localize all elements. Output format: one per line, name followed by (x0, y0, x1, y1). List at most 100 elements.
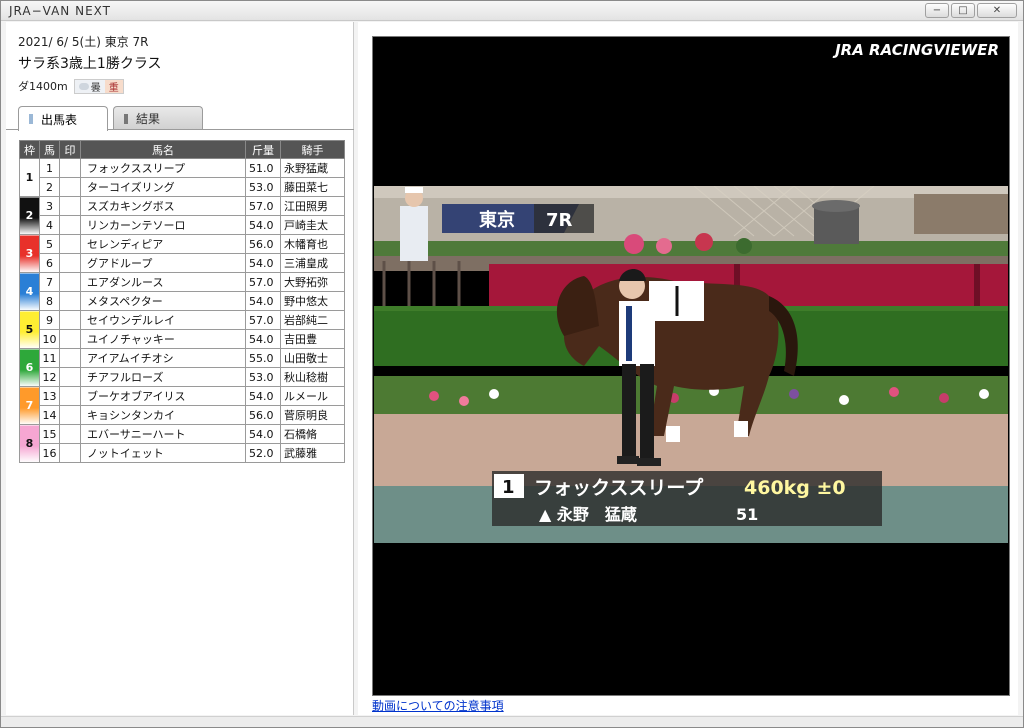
overlay-race: 7R (546, 210, 573, 231)
weight-cell: 55.0 (245, 348, 281, 368)
header-waku[interactable]: 枠 (19, 140, 40, 159)
horse-number-cell: 16 (39, 443, 60, 463)
horse-number-cell: 4 (39, 215, 60, 235)
weight-cell: 57.0 (245, 196, 281, 216)
horse-name-cell: グアドループ (80, 253, 246, 273)
mark-cell[interactable] (59, 329, 81, 349)
table-row[interactable]: 4 7 エアダンルース 57.0 大野拓弥 (19, 272, 345, 311)
jockey-cell: 武藤雅 (280, 443, 345, 463)
race-name: サラ系3歳上1勝クラス (18, 56, 162, 72)
title-bar[interactable]: JRA−VAN NEXT − □ ✕ (1, 1, 1023, 21)
table-row[interactable]: 12 チアフルローズ 53.0 秋山稔樹 (20, 367, 345, 387)
mark-cell[interactable] (59, 386, 81, 406)
table-row[interactable]: 4 リンカーンテソーロ 54.0 戸崎圭太 (20, 215, 345, 235)
header-weight[interactable]: 斤量 (245, 140, 281, 159)
caption-jockey: ▲ 永野 猛蔵 (539, 505, 637, 524)
jockey-cell: 山田敬士 (280, 348, 345, 368)
table-row[interactable]: 6 11 アイアムイチオシ 55.0 山田敬士 (19, 348, 345, 387)
table-header-row: 枠 馬 印 馬名 斤量 騎手 (19, 140, 345, 159)
horse-number-cell: 6 (39, 253, 60, 273)
weight-cell: 51.0 (245, 158, 281, 178)
table-row[interactable]: 5 9 セイウンデルレイ 57.0 岩部純二 (19, 310, 345, 349)
horse-number-cell: 14 (39, 405, 60, 425)
app-window: JRA−VAN NEXT − □ ✕ 2021/ 6/ 5(土) 東京 7R サ… (0, 0, 1024, 728)
weight-cell: 52.0 (245, 443, 281, 463)
racing-viewer-logo: JRA RACINGVIEWER (835, 41, 999, 59)
header-horse-name[interactable]: 馬名 (80, 140, 246, 159)
track-condition-badge: 重 (104, 79, 123, 94)
minimize-button[interactable]: − (925, 3, 949, 18)
jockey-cell: 菅原明良 (280, 405, 345, 425)
weight-cell: 54.0 (245, 215, 281, 235)
table-row[interactable]: 10 ユイノチャッキー 54.0 吉田豊 (20, 329, 345, 349)
mark-cell[interactable] (59, 234, 81, 254)
caption-horse-name: フォックススリープ (534, 476, 704, 499)
mark-cell[interactable] (59, 405, 81, 425)
table-row[interactable]: 7 13 ブーケオブアイリス 54.0 ルメール (19, 386, 345, 425)
table-row[interactable]: 3 5 セレンディピア 56.0 木幡育也 (19, 234, 345, 273)
mark-cell[interactable] (59, 310, 81, 330)
overlay-venue: 東京 (479, 209, 515, 231)
horse-name-cell: スズカキングボス (80, 196, 246, 216)
mark-cell[interactable] (59, 196, 81, 216)
race-distance: ダ1400m (18, 80, 68, 93)
horse-name-cell: エアダンルース (80, 272, 246, 292)
table-row[interactable]: 16 ノットイェット 52.0 武藤雅 (20, 443, 345, 463)
table-row[interactable]: 1 1 フォックススリープ 51.0 永野猛蔵 (19, 158, 345, 197)
tab-results[interactable]: 結果 (113, 106, 203, 130)
cloud-icon (78, 82, 89, 90)
mark-cell[interactable] (59, 158, 81, 178)
mark-cell[interactable] (59, 272, 81, 292)
mark-cell[interactable] (59, 424, 81, 444)
horse-number-cell: 9 (39, 310, 60, 330)
horse-number-cell: 12 (39, 367, 60, 387)
jockey-cell: 野中悠太 (280, 291, 345, 311)
horse-number-cell: 13 (39, 386, 60, 406)
waku-cell: 7 (19, 386, 40, 425)
header-uma[interactable]: 馬 (39, 140, 60, 159)
race-conditions: ダ1400m 曇 重 (18, 78, 124, 94)
jockey-cell: ルメール (280, 386, 345, 406)
jockey-cell: 吉田豊 (280, 329, 345, 349)
mark-cell[interactable] (59, 291, 81, 311)
mark-cell[interactable] (59, 215, 81, 235)
window-controls: − □ ✕ (925, 3, 1017, 18)
horse-name-cell: セイウンデルレイ (80, 310, 246, 330)
mark-cell[interactable] (59, 367, 81, 387)
close-button[interactable]: ✕ (977, 3, 1017, 18)
table-row[interactable]: 2 3 スズカキングボス 57.0 江田照男 (19, 196, 345, 235)
maximize-button[interactable]: □ (951, 3, 975, 18)
table-row[interactable]: 14 キョシンタンカイ 56.0 菅原明良 (20, 405, 345, 425)
header-mark[interactable]: 印 (59, 140, 81, 159)
entries-table: 枠 馬 印 馬名 斤量 騎手 1 1 フォックススリープ 51.0 永野猛蔵 2 ターコイズ… (19, 140, 345, 463)
tab-entries[interactable]: 出馬表 (18, 106, 108, 131)
jockey-cell: 秋山稔樹 (280, 367, 345, 387)
race-card-panel: 2021/ 6/ 5(土) 東京 7R サラ系3歳上1勝クラス ダ1400m 曇… (6, 22, 354, 715)
video-player[interactable]: JRA RACINGVIEWER 東京 7R 1 フォックススリープ 460kg… (372, 36, 1010, 696)
horse-name-cell: ノットイェット (80, 443, 246, 463)
waku-cell: 8 (19, 424, 40, 463)
tab-results-label: 結果 (136, 112, 161, 126)
jockey-cell: 江田照男 (280, 196, 345, 216)
video-notice-link[interactable]: 動画についての注意事項 (372, 697, 504, 714)
table-row[interactable]: 8 メタスペクター 54.0 野中悠太 (20, 291, 345, 311)
weight-cell: 54.0 (245, 386, 281, 406)
table-row[interactable]: 2 ターコイズリング 53.0 藤田菜七 (20, 177, 345, 197)
mark-cell[interactable] (59, 443, 81, 463)
weather-badge: 曇 (74, 79, 105, 94)
jockey-cell: 藤田菜七 (280, 177, 345, 197)
tab-marker-icon (124, 113, 128, 124)
weight-cell: 54.0 (245, 253, 281, 273)
table-row[interactable]: 6 グアドループ 54.0 三浦皇成 (20, 253, 345, 273)
tab-entries-label: 出馬表 (41, 112, 78, 127)
jockey-cell: 石橋脩 (280, 424, 345, 444)
horse-name-cell: セレンディピア (80, 234, 246, 254)
header-jockey[interactable]: 騎手 (280, 140, 345, 159)
mark-cell[interactable] (59, 177, 81, 197)
mark-cell[interactable] (59, 253, 81, 273)
mark-cell[interactable] (59, 348, 81, 368)
weight-cell: 57.0 (245, 310, 281, 330)
table-row[interactable]: 8 15 エバーサニーハート 54.0 石橋脩 (19, 424, 345, 463)
weight-cell: 57.0 (245, 272, 281, 292)
weight-cell: 53.0 (245, 177, 281, 197)
